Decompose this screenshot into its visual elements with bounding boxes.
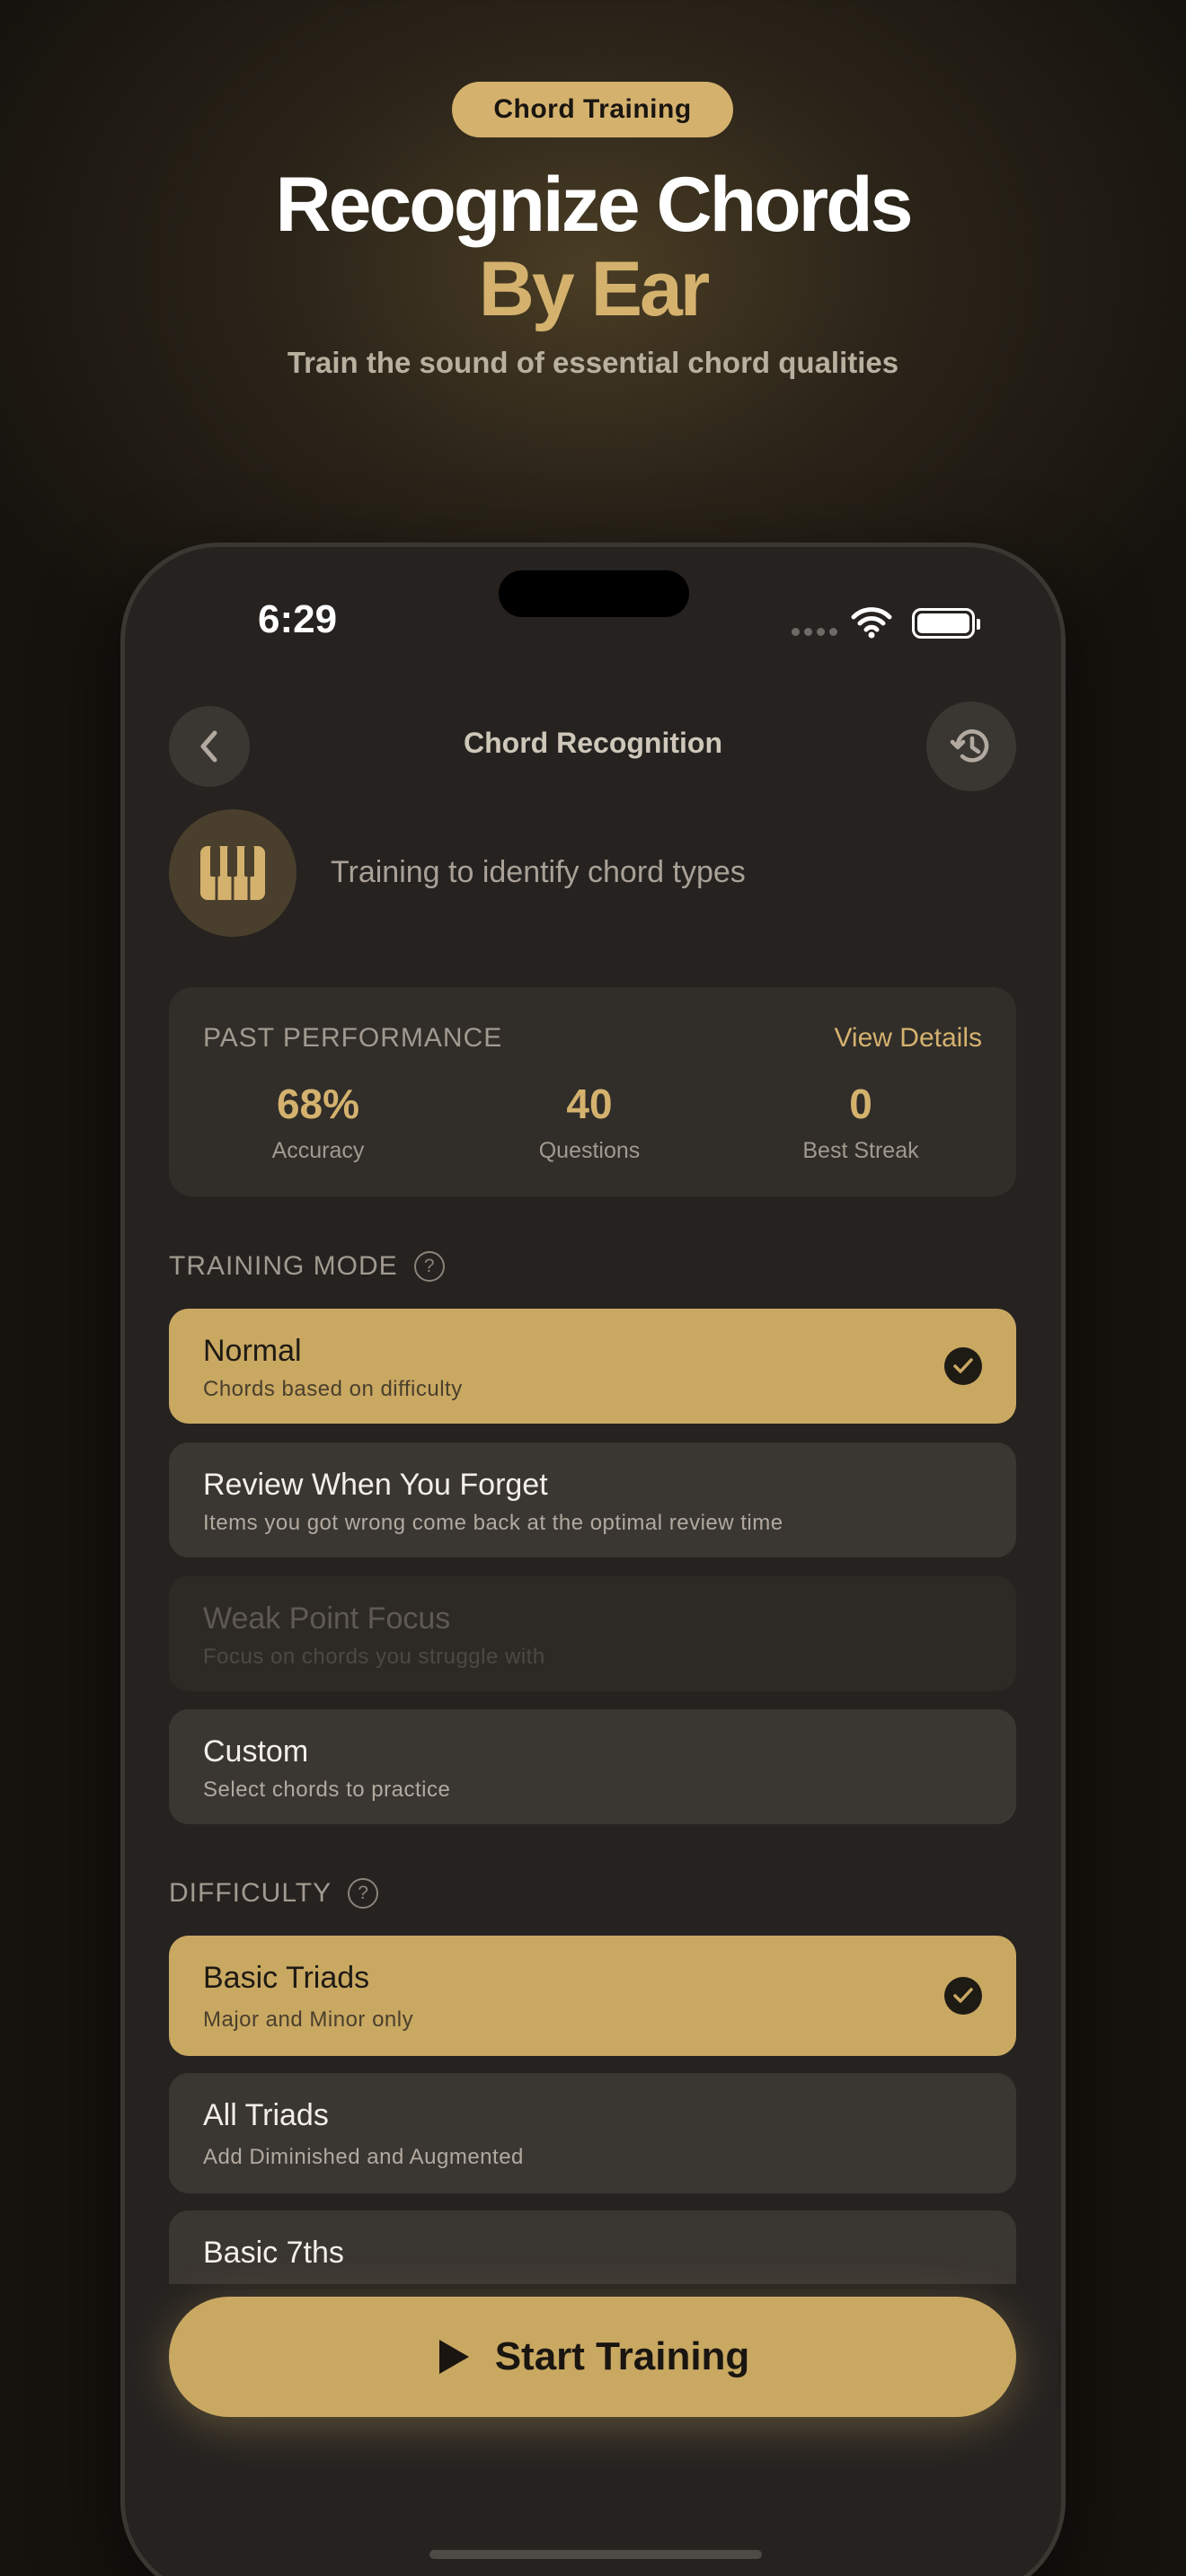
stat-label: Best Streak [802,1138,919,1163]
stat-accuracy: 68% Accuracy [183,1079,453,1164]
option-title: Normal [203,1334,302,1368]
status-time: 6:29 [258,597,338,641]
option-title: All Triads [203,2098,329,2132]
difficulty-label: DIFFICULTY ? [169,1878,379,1909]
page-title: Chord Recognition [464,727,722,759]
section-title: TRAINING MODE [169,1251,398,1281]
option-subtitle: Add Diminished and Augmented [203,2145,524,2169]
view-details-link[interactable]: View Details [834,1023,982,1054]
option-title: Basic 7ths [203,2236,344,2270]
stat-label: Accuracy [271,1138,365,1163]
signal-dots-icon [792,628,837,636]
help-icon[interactable]: ? [348,1878,379,1909]
piano-keys-icon [200,846,265,900]
mode-option-custom[interactable]: Custom Select chords to practice [169,1709,1016,1824]
chord-training-badge: Chord Training [452,82,733,137]
intro-description: Training to identify chord types [331,855,746,889]
checkmark-icon [944,1347,982,1385]
option-subtitle: Focus on chords you struggle with [203,1645,545,1669]
stat-value: 0 [849,1081,872,1127]
history-button[interactable] [926,701,1016,791]
start-training-button[interactable]: Start Training [169,2297,1016,2417]
difficulty-option-all-triads[interactable]: All Triads Add Diminished and Augmented [169,2073,1016,2193]
option-title: Custom [203,1734,309,1769]
headline-line1: Recognize Chords [275,162,914,248]
performance-label: PAST PERFORMANCE [203,1023,503,1053]
piano-icon-container [169,809,296,937]
play-icon [438,2340,469,2374]
stat-questions: 40 Questions [455,1079,724,1164]
dynamic-island [499,570,689,617]
option-subtitle: Major and Minor only [203,2007,414,2032]
mode-option-weak-point: Weak Point Focus Focus on chords you str… [169,1576,1016,1691]
subheadline: Train the sound of essential chord quali… [287,346,899,379]
mode-option-review[interactable]: Review When You Forget Items you got wro… [169,1442,1016,1557]
phone-frame: 6:29 Chord Recognition Training to ident… [120,543,1066,2576]
stat-value: 68% [276,1081,360,1127]
past-performance-card: PAST PERFORMANCE View Details 68% Accura… [169,987,1016,1196]
headline-line2: By Ear [478,246,711,332]
stat-label: Questions [538,1138,641,1163]
option-title: Basic Triads [203,1961,370,1995]
checkmark-icon [944,1977,982,2015]
home-indicator[interactable] [429,2550,762,2559]
training-mode-label: TRAINING MODE ? [169,1251,445,1282]
difficulty-option-basic-triads[interactable]: Basic Triads Major and Minor only [169,1936,1016,2056]
battery-icon [912,608,980,639]
help-icon[interactable]: ? [413,1251,445,1282]
option-subtitle: Select chords to practice [203,1778,451,1802]
start-training-label: Start Training [494,2334,750,2378]
mode-option-normal[interactable]: Normal Chords based on difficulty [169,1309,1016,1424]
wifi-icon [851,607,892,639]
option-title: Review When You Forget [203,1468,548,1502]
option-subtitle: Chords based on difficulty [203,1377,463,1401]
stat-value: 40 [566,1081,613,1127]
section-title: DIFFICULTY [169,1878,332,1908]
stat-best-streak: 0 Best Streak [726,1079,996,1164]
option-title: Weak Point Focus [203,1601,451,1636]
history-clock-icon [950,729,989,763]
option-subtitle: Items you got wrong come back at the opt… [203,1511,783,1535]
